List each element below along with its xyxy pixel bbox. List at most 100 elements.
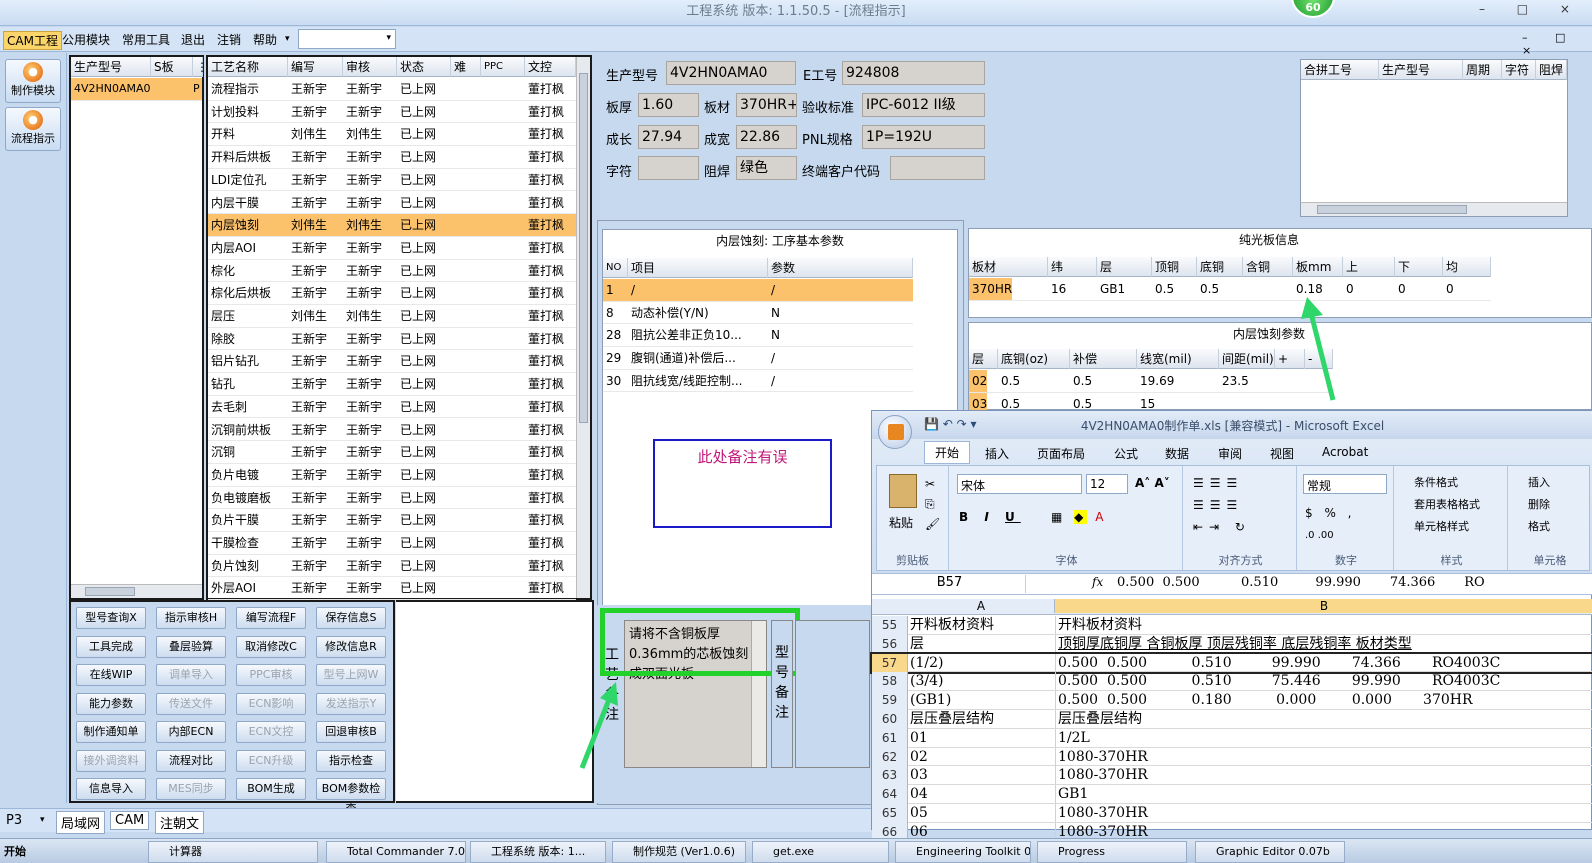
grid-header[interactable]: 顶铜	[1152, 257, 1197, 277]
process-row[interactable]: 棕化后烘板 王新宇 王新宇 已上网 董打枫	[208, 282, 576, 305]
command-button[interactable]: 修改信息R	[316, 635, 386, 658]
merge-scrollbar[interactable]	[1301, 202, 1567, 216]
border-fill-icon[interactable]: ▦ ◆ A	[1051, 510, 1107, 524]
cell-a[interactable]: 01	[910, 729, 928, 747]
row-number[interactable]: 55	[872, 616, 908, 635]
cut-copy-icon[interactable]: ✂ ⎘ 🖌	[925, 474, 940, 534]
menu-combo[interactable]: ▾	[298, 29, 396, 49]
tab-note[interactable]: 注朝文	[155, 811, 205, 834]
sheet-row[interactable]: 62 02 1080-370HR	[872, 747, 1592, 767]
command-button[interactable]: ECN升级	[236, 749, 306, 772]
cell-b[interactable]: 0.500 0.500 0.510 99.990 74.366 RO4003C	[1058, 654, 1500, 672]
menu-public[interactable]: 公用模块	[62, 31, 110, 48]
menu-logout[interactable]: 注销	[217, 31, 241, 48]
process-row[interactable]: 内层AOI 王新宇 王新宇 已上网 董打枫	[208, 237, 576, 260]
flow-guide-button[interactable]: ● 流程指示	[5, 107, 61, 151]
cell-a[interactable]: 层压叠层结构	[910, 710, 994, 728]
material-field[interactable]: 370HR+I	[736, 93, 797, 117]
row-number[interactable]: 60	[872, 710, 908, 729]
command-button[interactable]: 发送指示Y	[316, 692, 386, 715]
grid-row[interactable]: 370HR 16 GB1 0.5 0.5 0.18 0 0 0	[969, 278, 1491, 301]
cell-b[interactable]: 1080-370HR	[1058, 804, 1148, 822]
pnl-field[interactable]: 1P=192U	[862, 125, 985, 149]
command-button[interactable]: 编写流程F	[236, 607, 306, 629]
cell-b[interactable]: 1080-370HR	[1058, 766, 1148, 784]
width-field[interactable]: 22.86	[736, 125, 797, 149]
taskbar-item[interactable]: 制作规范 (Ver1.0.6)	[612, 841, 746, 863]
menu-help[interactable]: 帮助	[253, 31, 277, 48]
model-note-field[interactable]	[795, 620, 870, 768]
grid-header[interactable]: 底铜	[1197, 257, 1243, 277]
cell-a[interactable]: (3/4)	[910, 672, 943, 690]
sheet-row[interactable]: 64 04 GB1	[872, 785, 1592, 804]
process-row[interactable]: 开料 刘伟生 刘伟生 已上网 董打枫	[208, 123, 576, 147]
cell-b[interactable]: 1080-370HR	[1058, 748, 1148, 766]
bold-italic-underline-icon[interactable]: B I U	[959, 510, 1021, 524]
customer-field[interactable]	[890, 156, 985, 180]
grid-header[interactable]: 上	[1343, 257, 1395, 277]
grow-font-icon[interactable]: A˄ A˅	[1135, 476, 1170, 490]
command-button[interactable]: 传送文件	[156, 692, 226, 715]
sheet-row[interactable]: 60 层压叠层结构 层压叠层结构	[872, 710, 1592, 729]
grid-header[interactable]: 间距(mil)	[1219, 349, 1275, 369]
row-number[interactable]: 63	[872, 766, 908, 786]
param-row[interactable]: 8 动态补偿(Y/N) N	[603, 302, 913, 325]
grid-header[interactable]: 板材	[969, 257, 1048, 277]
row-number[interactable]: 61	[872, 728, 908, 748]
sheet-row[interactable]: 65 05 1080-370HR	[872, 804, 1592, 823]
grid-header[interactable]: 纬	[1048, 257, 1097, 277]
eno-field[interactable]: 924808	[842, 61, 985, 85]
taskbar-item[interactable]: get.exe	[752, 841, 889, 863]
command-button[interactable]: 能力参数	[76, 692, 146, 715]
grid-header[interactable]: 层	[969, 349, 998, 369]
make-module-button[interactable]: ● 制作模块	[5, 59, 61, 103]
grid-header[interactable]: 层	[1097, 257, 1152, 277]
grid-header[interactable]: 均	[1443, 257, 1491, 277]
process-row[interactable]: LDI定位孔 王新宇 王新宇 已上网 董打枫	[208, 169, 576, 192]
grid-header[interactable]: 板mm	[1293, 257, 1343, 277]
cell-b[interactable]: 开料板材资料	[1058, 616, 1142, 634]
row-number[interactable]: 56	[872, 634, 908, 654]
length-field[interactable]: 27.94	[638, 125, 699, 149]
command-button[interactable]: ECN文控	[236, 721, 306, 743]
cell-a[interactable]: 04	[910, 785, 928, 803]
command-button[interactable]: BOM参数检查	[316, 778, 386, 815]
command-button[interactable]: 流程对比	[156, 749, 226, 772]
mask-field[interactable]: 绿色	[736, 156, 797, 180]
cell-b[interactable]: 顶铜厚底铜厚 含铜板厚 顶层残铜率 底层残铜率 板材类型	[1058, 635, 1412, 653]
process-row[interactable]: 负片干膜 王新宇 王新宇 已上网 董打枫	[208, 509, 576, 532]
process-row[interactable]: 去毛刺 王新宇 王新宇 已上网 董打枫	[208, 396, 576, 419]
standard-field[interactable]: IPC-6012 II级	[862, 93, 985, 117]
process-row[interactable]: 负片蚀刻 王新宇 王新宇 已上网 董打枫	[208, 555, 576, 578]
process-row[interactable]: 负电镀磨板 王新宇 王新宇 已上网 董打枫	[208, 487, 576, 510]
row-number[interactable]: 65	[872, 804, 908, 823]
row-number[interactable]: 58	[872, 672, 908, 692]
grid-header[interactable]: 含铜	[1243, 257, 1293, 277]
font-name-select[interactable]: 宋体	[957, 474, 1082, 494]
name-box[interactable]: B57	[874, 575, 1026, 593]
align-icon[interactable]: ☰☰☰ ☰☰☰ ⇤⇥ ↻	[1193, 472, 1251, 538]
thickness-field[interactable]: 1.60	[638, 93, 699, 117]
process-row[interactable]: 内层蚀刻 刘伟生 刘伟生 已上网 董打枫	[208, 214, 576, 237]
function-icon[interactable]: fx	[1092, 575, 1103, 589]
menu-tools[interactable]: 常用工具	[122, 31, 170, 48]
remark-box[interactable]: 此处备注有误	[653, 439, 832, 528]
font-size-select[interactable]: 12	[1086, 474, 1128, 494]
command-button[interactable]: 叠层验算	[156, 635, 226, 658]
process-row[interactable]: 铝片钻孔 王新宇 王新宇 已上网 董打枫	[208, 350, 576, 374]
taskbar-item[interactable]: Progress	[1037, 841, 1187, 863]
process-row[interactable]: 外层AOI 王新宇 王新宇 已上网 董打枫	[208, 577, 576, 601]
process-row[interactable]: 内层干膜 王新宇 王新宇 已上网 董打枫	[208, 192, 576, 215]
taskbar-item[interactable]: Total Commander 7.0	[326, 841, 466, 863]
command-button[interactable]: 取消修改C	[236, 635, 306, 658]
office-button[interactable]	[878, 415, 912, 449]
sheet-row[interactable]: 57 (1/2) 0.500 0.500 0.510 99.990 74.366 R…	[870, 651, 1592, 675]
cell-a[interactable]: 05	[910, 804, 928, 822]
cell-a[interactable]: (GB1)	[910, 691, 951, 709]
command-button[interactable]: PPC审核	[236, 664, 306, 686]
row-number[interactable]: 62	[872, 747, 908, 767]
command-button[interactable]: 信息导入	[76, 778, 146, 800]
process-row[interactable]: 开料后烘板 王新宇 王新宇 已上网 董打枫	[208, 146, 576, 169]
grid-header[interactable]: 下	[1395, 257, 1443, 277]
model-field[interactable]: 4V2HN0AMA0	[666, 61, 796, 85]
